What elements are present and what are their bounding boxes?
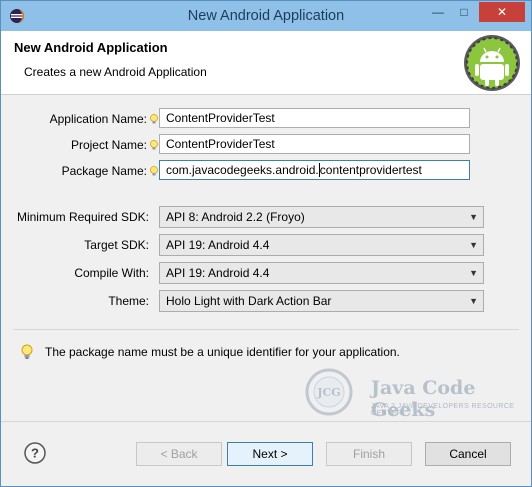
minimum-sdk-label: Minimum Required SDK: xyxy=(16,210,149,224)
chevron-down-icon: ▼ xyxy=(469,212,478,222)
maximize-button[interactable]: □ xyxy=(451,2,477,22)
wizard-header: New Android Application Creates a new An… xyxy=(1,31,531,95)
theme-select[interactable]: Holo Light with Dark Action Bar ▼ xyxy=(159,290,484,312)
lightbulb-icon xyxy=(150,114,158,124)
theme-value: Holo Light with Dark Action Bar xyxy=(166,294,332,308)
target-sdk-value: API 19: Android 4.4 xyxy=(166,238,270,252)
package-name-input[interactable]: com.javacodegeeks.android.contentprovide… xyxy=(159,160,470,180)
compile-with-select[interactable]: API 19: Android 4.4 ▼ xyxy=(159,262,484,284)
package-name-suffix: contentprovidertest xyxy=(319,163,422,177)
chevron-down-icon: ▼ xyxy=(469,268,478,278)
finish-button[interactable]: Finish xyxy=(326,442,412,466)
chevron-down-icon: ▼ xyxy=(469,296,478,306)
minimize-button[interactable]: — xyxy=(425,2,451,22)
lightbulb-icon xyxy=(150,140,158,150)
minimum-sdk-select[interactable]: API 8: Android 2.2 (Froyo) ▼ xyxy=(159,206,484,228)
info-message: The package name must be a unique identi… xyxy=(45,345,400,359)
footer-divider xyxy=(1,421,531,422)
help-button[interactable]: ? xyxy=(24,442,46,464)
back-button[interactable]: < Back xyxy=(136,442,222,466)
theme-label: Theme: xyxy=(108,294,149,308)
wizard-description: Creates a new Android Application xyxy=(24,65,207,79)
package-name-label: Package Name: xyxy=(61,164,147,178)
application-name-label: Application Name: xyxy=(49,112,147,126)
application-name-input[interactable]: ContentProviderTest xyxy=(159,108,470,128)
jcg-logo-icon: JCG xyxy=(305,368,353,416)
lightbulb-icon xyxy=(150,166,158,176)
next-button[interactable]: Next > xyxy=(227,442,313,466)
project-name-label: Project Name: xyxy=(70,138,147,152)
watermark-badge: JCG xyxy=(316,386,340,399)
package-name-prefix: com.javacodegeeks.android. xyxy=(166,163,319,177)
section-divider xyxy=(13,329,519,330)
watermark: JCG Java Code Geeks JAVA 2 JAVA DEVELOPE… xyxy=(305,368,525,421)
android-logo-icon xyxy=(464,35,520,91)
cancel-button[interactable]: Cancel xyxy=(425,442,511,466)
target-sdk-label: Target SDK: xyxy=(84,238,149,252)
minimum-sdk-value: API 8: Android 2.2 (Froyo) xyxy=(166,210,305,224)
title-bar[interactable]: New Android Application — □ ✕ xyxy=(1,1,531,31)
compile-with-label: Compile With: xyxy=(74,266,149,280)
help-glyph: ? xyxy=(31,446,39,461)
target-sdk-select[interactable]: API 19: Android 4.4 ▼ xyxy=(159,234,484,256)
watermark-subtitle: JAVA 2 JAVA DEVELOPERS RESOURCE CENTER xyxy=(371,403,515,417)
wizard-title: New Android Application xyxy=(14,40,168,55)
dialog-window: New Android Application — □ ✕ New Androi… xyxy=(0,0,532,487)
project-name-input[interactable]: ContentProviderTest xyxy=(159,134,470,154)
close-button[interactable]: ✕ xyxy=(479,2,525,22)
lightbulb-icon xyxy=(21,344,33,359)
chevron-down-icon: ▼ xyxy=(469,240,478,250)
compile-with-value: API 19: Android 4.4 xyxy=(166,266,270,280)
